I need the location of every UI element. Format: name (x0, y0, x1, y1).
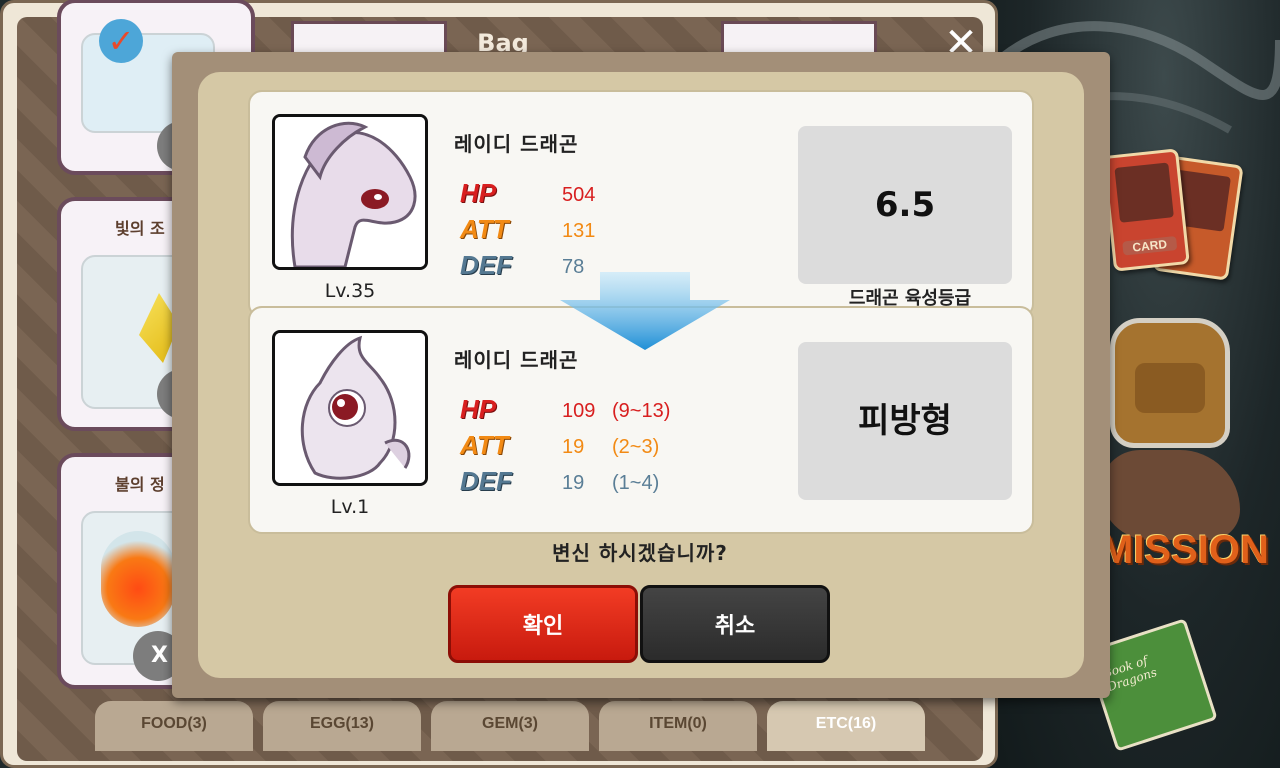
fire-icon (101, 531, 175, 627)
arrow-down-icon (560, 272, 730, 350)
tab-item[interactable]: ITEM(0) (599, 701, 757, 751)
att-value: 131 (562, 220, 596, 242)
tab-etc[interactable]: ETC(16) (767, 701, 925, 751)
att-label: ATT (460, 430, 509, 460)
hp-label: HP (460, 178, 497, 208)
remove-label: X (151, 643, 168, 668)
tab-egg[interactable]: EGG(13) (263, 701, 421, 751)
book-label: Book of Dragons (1101, 653, 1159, 695)
mission-character (1100, 450, 1240, 540)
att-label: ATT (460, 214, 509, 244)
item-label: 불의 정 (115, 475, 165, 494)
att-range: (2~3) (612, 436, 660, 458)
def-label: DEF (460, 250, 512, 280)
dragon-portrait (272, 330, 428, 486)
tab-gem[interactable]: GEM(3) (431, 701, 589, 751)
hp-value: 109 (562, 400, 596, 422)
confirm-button[interactable]: 확인 (448, 585, 638, 663)
hp-value: 504 (562, 184, 596, 206)
item-label: 빛의 조 (115, 219, 165, 238)
card-label: CARD (1122, 236, 1178, 256)
def-value: 19 (562, 472, 585, 494)
card-front: CARD (1102, 148, 1190, 272)
dragon-name: 레이디 드래곤 (454, 132, 579, 156)
cancel-button[interactable]: 취소 (640, 585, 830, 663)
backpack-icon[interactable] (1110, 318, 1230, 448)
dragon-level: Lv.1 (330, 496, 370, 518)
hp-range: (9~13) (612, 400, 671, 422)
lady-dragon-adult-icon (275, 117, 425, 267)
mission-button[interactable]: MISSION (1100, 528, 1269, 573)
lady-dragon-baby-icon (275, 333, 425, 483)
dragon-icon (1114, 162, 1174, 223)
tab-food[interactable]: FOOD(3) (95, 701, 253, 751)
dragon-portrait (272, 114, 428, 270)
transform-question: 변신 하시겠습니까? (552, 541, 728, 565)
def-range: (1~4) (612, 472, 660, 494)
att-value: 19 (562, 436, 585, 458)
type-box: 피방형 (798, 342, 1012, 500)
check-icon: ✓ (99, 19, 143, 63)
backpack-pocket (1135, 363, 1205, 413)
grade-box: 6.5 (798, 126, 1012, 284)
dragon-level: Lv.35 (324, 280, 376, 302)
def-label: DEF (460, 466, 512, 496)
hp-label: HP (460, 394, 497, 424)
